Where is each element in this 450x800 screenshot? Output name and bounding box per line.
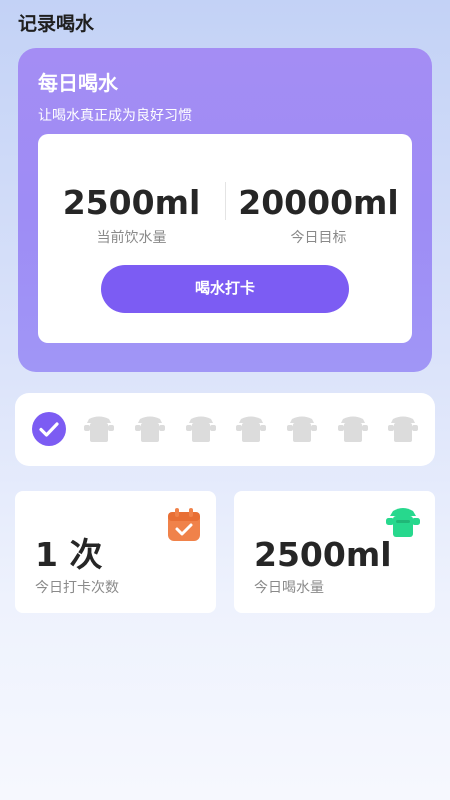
page-title: 记录喝水	[18, 13, 95, 35]
cup-icon[interactable]	[81, 411, 117, 447]
water-amount-value: 2500ml	[254, 535, 392, 574]
water-amount-card: 2500ml 今日喝水量	[234, 491, 435, 613]
cup-icon[interactable]	[233, 411, 269, 447]
cups-progress-row	[15, 393, 435, 466]
daily-goal-label: 今日目标	[290, 230, 347, 246]
checkin-button[interactable]: 喝水打卡	[101, 265, 349, 313]
cup-icon[interactable]	[335, 411, 371, 447]
checkin-count-value: 1 次	[35, 535, 103, 574]
hero-card: 每日喝水 让喝水真正成为良好习惯 2500ml 当前饮水量 20000ml 今日…	[18, 48, 432, 372]
cup-icon[interactable]	[132, 411, 168, 447]
checkin-count-label: 今日打卡次数	[35, 580, 119, 596]
check-circle-icon[interactable]	[31, 411, 67, 447]
hero-title: 每日喝水	[38, 71, 118, 95]
cup-icon[interactable]	[284, 411, 320, 447]
current-intake-value: 2500ml	[62, 183, 201, 222]
water-amount-label: 今日喝水量	[254, 580, 324, 596]
hero-subtitle: 让喝水真正成为良好习惯	[38, 108, 192, 124]
stats-card: 2500ml 当前饮水量 20000ml 今日目标 喝水打卡	[38, 134, 412, 343]
daily-goal-stat: 20000ml 今日目标	[225, 182, 412, 247]
checkin-count-card: 1 次 今日打卡次数	[15, 491, 216, 613]
calendar-check-icon	[165, 506, 203, 544]
current-intake-stat: 2500ml 当前饮水量	[38, 182, 225, 247]
cup-icon[interactable]	[183, 411, 219, 447]
daily-goal-value: 20000ml	[238, 183, 399, 222]
cup-icon[interactable]	[385, 411, 421, 447]
current-intake-label: 当前饮水量	[96, 230, 167, 246]
